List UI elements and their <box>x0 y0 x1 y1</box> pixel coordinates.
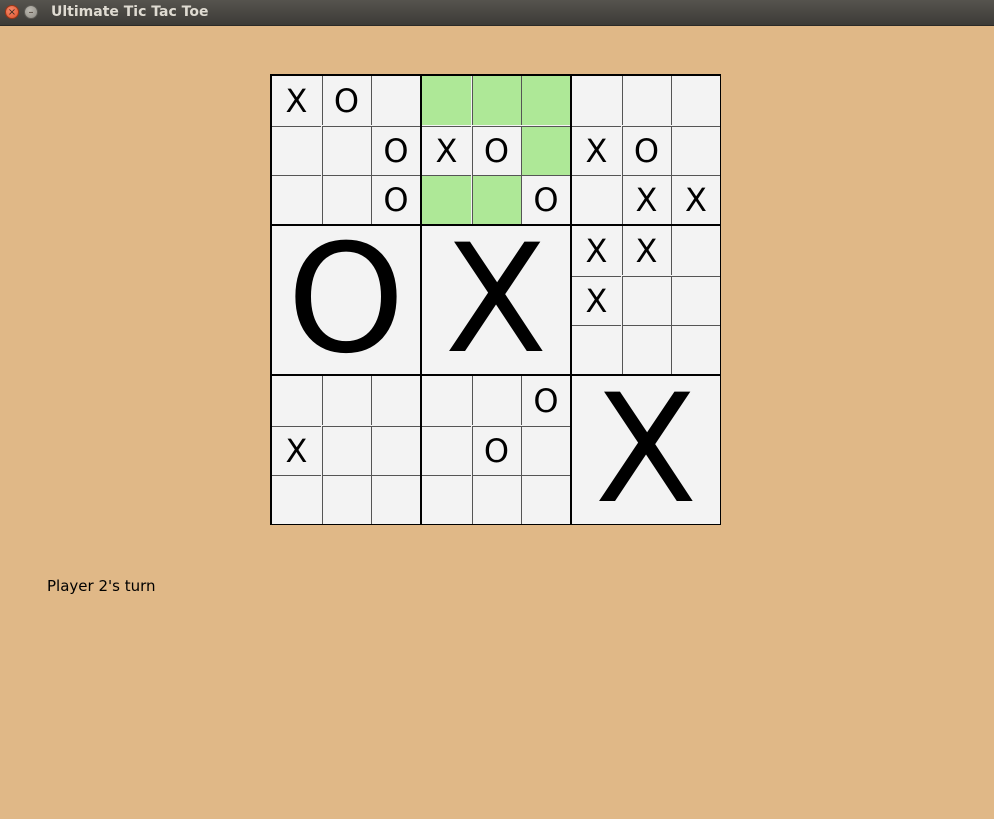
board-cell[interactable] <box>272 475 321 524</box>
sub-board-winner: X <box>444 213 548 387</box>
board-cell[interactable] <box>471 376 521 425</box>
board-cell[interactable]: X <box>621 175 671 224</box>
board-cell[interactable]: O <box>471 425 521 475</box>
board-cell[interactable]: O <box>321 76 371 125</box>
board-cell[interactable] <box>321 125 371 175</box>
board-cell[interactable]: X <box>671 175 720 224</box>
board-cell[interactable] <box>321 475 371 524</box>
board-cell[interactable] <box>471 76 521 125</box>
sub-board-8: OO <box>422 376 570 524</box>
board-cell[interactable] <box>422 76 471 125</box>
board-cell[interactable] <box>671 275 720 325</box>
board-cell[interactable]: O <box>521 376 570 425</box>
board-cell[interactable] <box>422 376 471 425</box>
board-cell[interactable] <box>521 475 570 524</box>
board-cell[interactable]: X <box>422 125 471 175</box>
close-window-button[interactable]: × <box>5 5 19 19</box>
sub-board-4: O <box>272 213 420 387</box>
board-cell[interactable]: X <box>572 275 621 325</box>
board-cell[interactable] <box>272 376 321 425</box>
board-cell[interactable] <box>621 76 671 125</box>
board-cell[interactable] <box>671 76 720 125</box>
board-cell[interactable] <box>671 226 720 275</box>
board-cell[interactable] <box>521 76 570 125</box>
sub-board-3: XOXX <box>572 76 720 224</box>
board-cell[interactable]: X <box>272 425 321 475</box>
board-cell[interactable]: X <box>572 226 621 275</box>
board-cell[interactable]: X <box>621 226 671 275</box>
board-cell[interactable] <box>572 76 621 125</box>
window-titlebar: × – Ultimate Tic Tac Toe <box>0 0 994 26</box>
board-cell[interactable] <box>572 175 621 224</box>
board-cell[interactable] <box>272 125 321 175</box>
board-cell[interactable] <box>521 425 570 475</box>
board-cell[interactable] <box>371 376 420 425</box>
board-cell[interactable] <box>321 425 371 475</box>
board-cell[interactable] <box>321 376 371 425</box>
sub-board-winner: X <box>594 363 698 537</box>
minimize-window-button[interactable]: – <box>24 5 38 19</box>
ultimate-board: XOOOXOOXOXXOXXXXXOOX <box>270 74 721 525</box>
sub-board-6: XXX <box>572 226 720 374</box>
board-cell[interactable] <box>371 76 420 125</box>
board-cell[interactable] <box>471 475 521 524</box>
board-cell[interactable] <box>371 475 420 524</box>
board-cell[interactable] <box>621 275 671 325</box>
sub-board-7: X <box>272 376 420 524</box>
turn-status: Player 2's turn <box>47 577 156 595</box>
board-cell[interactable]: O <box>621 125 671 175</box>
board-cell[interactable] <box>521 125 570 175</box>
sub-board-9: X <box>572 363 720 537</box>
board-cell[interactable]: O <box>371 125 420 175</box>
board-cell[interactable] <box>371 425 420 475</box>
window-title: Ultimate Tic Tac Toe <box>51 4 209 20</box>
board-cell[interactable] <box>422 425 471 475</box>
board-cell[interactable]: X <box>572 125 621 175</box>
sub-board-2: XOO <box>422 76 570 224</box>
board-cell[interactable]: O <box>471 125 521 175</box>
board-cell[interactable]: X <box>272 76 321 125</box>
board-cell[interactable] <box>422 475 471 524</box>
board-cell[interactable] <box>671 125 720 175</box>
sub-board-5: X <box>422 213 570 387</box>
sub-board-1: XOOO <box>272 76 420 224</box>
sub-board-winner: O <box>286 213 406 387</box>
